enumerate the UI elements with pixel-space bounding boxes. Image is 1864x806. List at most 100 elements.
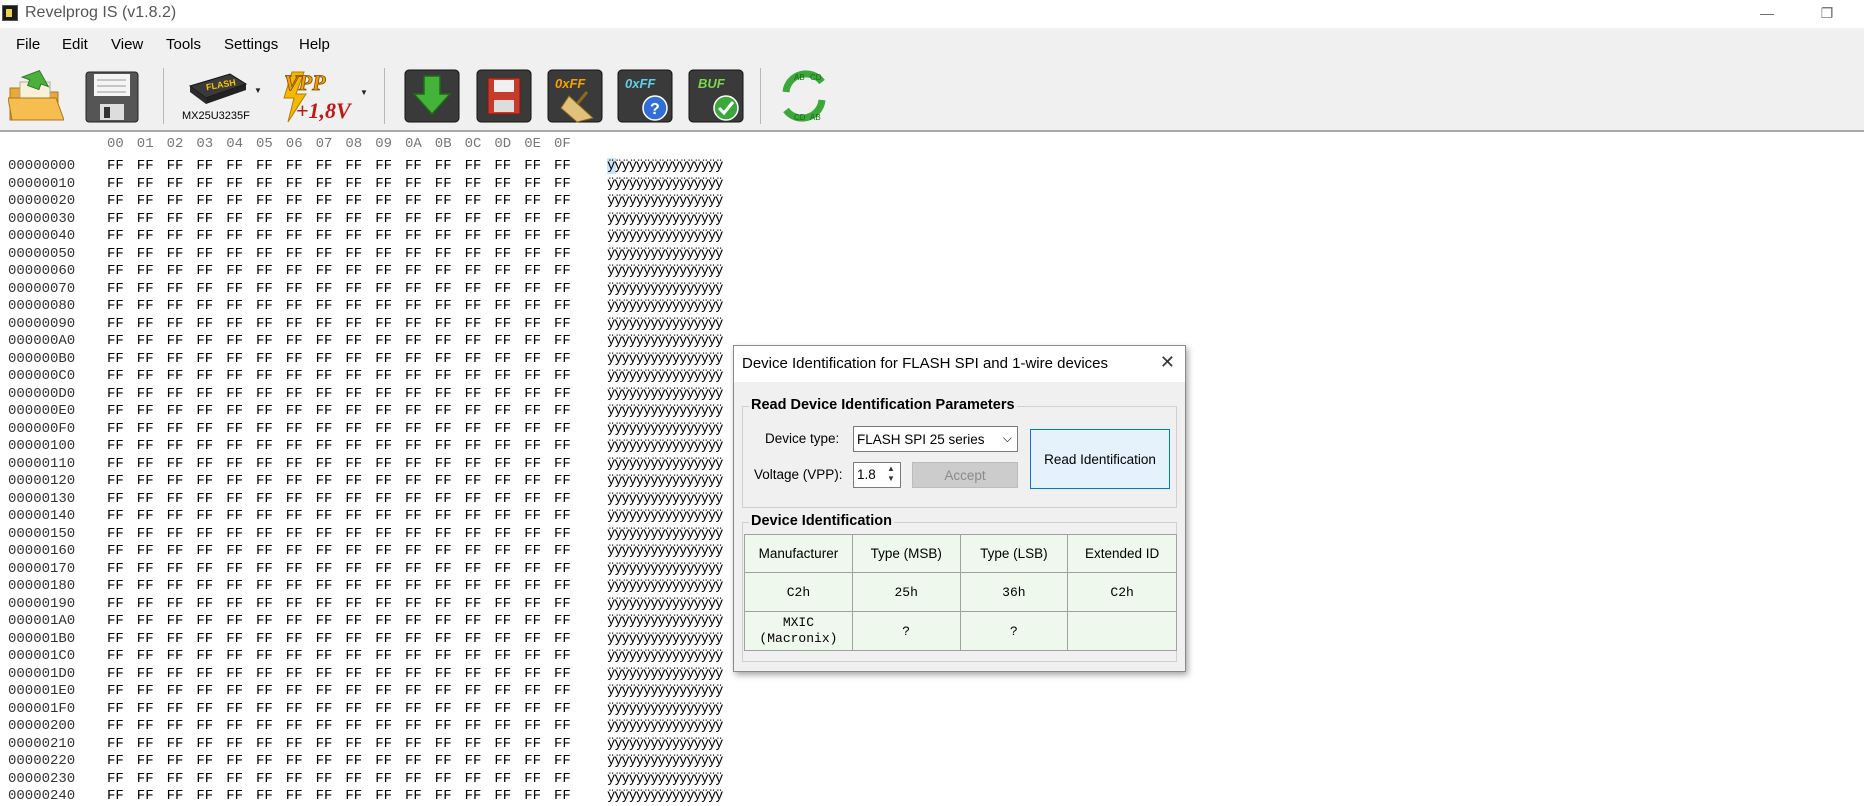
hex-byte-cell[interactable]: FF bbox=[137, 333, 154, 349]
hex-byte-cell[interactable]: FF bbox=[375, 491, 392, 507]
hex-byte-cell[interactable]: FF bbox=[524, 456, 541, 472]
hex-byte-cell[interactable]: FF bbox=[435, 648, 452, 664]
hex-byte-cell[interactable]: FF bbox=[226, 648, 243, 664]
hex-byte-cell[interactable]: FF bbox=[465, 771, 482, 787]
hex-byte-cell[interactable]: FF bbox=[435, 456, 452, 472]
hex-ascii-text[interactable]: ÿÿÿÿÿÿÿÿÿÿÿÿÿÿÿÿ bbox=[607, 263, 723, 279]
hex-byte-cell[interactable]: FF bbox=[494, 788, 511, 804]
hex-byte-cell[interactable]: FF bbox=[316, 666, 333, 682]
hex-byte-cell[interactable]: FF bbox=[167, 753, 184, 769]
hex-byte-cell[interactable]: FF bbox=[405, 718, 422, 734]
hex-byte-cell[interactable]: FF bbox=[137, 543, 154, 559]
hex-byte-cell[interactable]: FF bbox=[345, 771, 362, 787]
hex-byte-cell[interactable]: FF bbox=[554, 578, 571, 594]
hex-byte-cell[interactable]: FF bbox=[256, 631, 273, 647]
hex-byte-cell[interactable]: FF bbox=[167, 386, 184, 402]
hex-byte-cell[interactable]: FF bbox=[226, 508, 243, 524]
hex-byte-cell[interactable]: FF bbox=[524, 228, 541, 244]
hex-byte-cell[interactable]: FF bbox=[494, 771, 511, 787]
hex-byte-cell[interactable]: FF bbox=[137, 736, 154, 752]
hex-byte-cell[interactable]: FF bbox=[345, 648, 362, 664]
hex-byte-cell[interactable]: FF bbox=[435, 193, 452, 209]
hex-byte-cell[interactable]: FF bbox=[286, 158, 303, 174]
hex-byte-cell[interactable]: FF bbox=[494, 386, 511, 402]
hex-byte-cell[interactable]: FF bbox=[256, 788, 273, 804]
hex-ascii-text[interactable]: ÿÿÿÿÿÿÿÿÿÿÿÿÿÿÿÿ bbox=[607, 158, 723, 174]
hex-byte-cell[interactable]: FF bbox=[405, 648, 422, 664]
hex-byte-cell[interactable]: FF bbox=[167, 596, 184, 612]
hex-ascii-text[interactable]: ÿÿÿÿÿÿÿÿÿÿÿÿÿÿÿÿ bbox=[607, 771, 723, 787]
spinner-arrows-icon[interactable]: ▲ ▼ bbox=[883, 464, 899, 486]
hex-byte-cell[interactable]: FF bbox=[286, 771, 303, 787]
hex-byte-cell[interactable]: FF bbox=[524, 666, 541, 682]
hex-byte-cell[interactable]: FF bbox=[256, 246, 273, 262]
hex-byte-cell[interactable]: FF bbox=[316, 228, 333, 244]
hex-byte-cell[interactable]: FF bbox=[137, 718, 154, 734]
hex-byte-cell[interactable]: FF bbox=[226, 666, 243, 682]
hex-byte-cell[interactable]: FF bbox=[405, 456, 422, 472]
hex-byte-cell[interactable]: FF bbox=[256, 771, 273, 787]
hex-byte-cell[interactable]: FF bbox=[256, 298, 273, 314]
hex-byte-cell[interactable]: FF bbox=[226, 683, 243, 699]
hex-byte-cell[interactable]: FF bbox=[196, 333, 213, 349]
hex-byte-cell[interactable]: FF bbox=[405, 788, 422, 804]
hex-byte-cell[interactable]: FF bbox=[524, 753, 541, 769]
hex-byte-cell[interactable]: FF bbox=[316, 351, 333, 367]
hex-byte-cell[interactable]: FF bbox=[435, 613, 452, 629]
hex-byte-cell[interactable]: FF bbox=[375, 281, 392, 297]
hex-ascii-text[interactable]: ÿÿÿÿÿÿÿÿÿÿÿÿÿÿÿÿ bbox=[607, 526, 723, 542]
hex-ascii-text[interactable]: ÿÿÿÿÿÿÿÿÿÿÿÿÿÿÿÿ bbox=[607, 176, 723, 192]
hex-ascii-text[interactable]: ÿÿÿÿÿÿÿÿÿÿÿÿÿÿÿÿ bbox=[607, 578, 723, 594]
hex-byte-cell[interactable]: FF bbox=[196, 771, 213, 787]
hex-byte-cell[interactable]: FF bbox=[107, 228, 124, 244]
hex-byte-cell[interactable]: FF bbox=[554, 246, 571, 262]
hex-ascii-text[interactable]: ÿÿÿÿÿÿÿÿÿÿÿÿÿÿÿÿ bbox=[607, 788, 723, 804]
hex-byte-cell[interactable]: FF bbox=[226, 228, 243, 244]
hex-byte-cell[interactable]: FF bbox=[345, 666, 362, 682]
hex-byte-cell[interactable]: FF bbox=[107, 456, 124, 472]
hex-byte-cell[interactable]: FF bbox=[226, 753, 243, 769]
hex-byte-cell[interactable]: FF bbox=[107, 596, 124, 612]
hex-byte-cell[interactable]: FF bbox=[286, 508, 303, 524]
hex-byte-cell[interactable]: FF bbox=[256, 561, 273, 577]
hex-byte-cell[interactable]: FF bbox=[256, 683, 273, 699]
hex-byte-cell[interactable]: FF bbox=[256, 438, 273, 454]
hex-byte-cell[interactable]: FF bbox=[196, 263, 213, 279]
hex-byte-cell[interactable]: FF bbox=[435, 316, 452, 332]
hex-byte-cell[interactable]: FF bbox=[375, 228, 392, 244]
hex-byte-cell[interactable]: FF bbox=[316, 263, 333, 279]
hex-byte-cell[interactable]: FF bbox=[316, 211, 333, 227]
hex-byte-cell[interactable]: FF bbox=[167, 718, 184, 734]
hex-byte-cell[interactable]: FF bbox=[375, 736, 392, 752]
hex-byte-cell[interactable]: FF bbox=[405, 298, 422, 314]
hex-byte-cell[interactable]: FF bbox=[196, 211, 213, 227]
hex-byte-cell[interactable]: FF bbox=[226, 718, 243, 734]
hex-byte-cell[interactable]: FF bbox=[196, 421, 213, 437]
hex-byte-cell[interactable]: FF bbox=[226, 386, 243, 402]
hex-byte-cell[interactable]: FF bbox=[494, 736, 511, 752]
hex-byte-cell[interactable]: FF bbox=[375, 193, 392, 209]
hex-byte-cell[interactable]: FF bbox=[196, 736, 213, 752]
menu-tools[interactable]: Tools bbox=[166, 36, 201, 53]
hex-ascii-text[interactable]: ÿÿÿÿÿÿÿÿÿÿÿÿÿÿÿÿ bbox=[607, 456, 723, 472]
hex-byte-cell[interactable]: FF bbox=[524, 736, 541, 752]
hex-byte-cell[interactable]: FF bbox=[137, 386, 154, 402]
hex-byte-cell[interactable]: FF bbox=[167, 193, 184, 209]
hex-byte-cell[interactable]: FF bbox=[316, 403, 333, 419]
hex-byte-cell[interactable]: FF bbox=[137, 368, 154, 384]
hex-byte-cell[interactable]: FF bbox=[465, 263, 482, 279]
hex-byte-cell[interactable]: FF bbox=[107, 333, 124, 349]
hex-byte-cell[interactable]: FF bbox=[524, 316, 541, 332]
hex-byte-cell[interactable]: FF bbox=[196, 666, 213, 682]
hex-byte-cell[interactable]: FF bbox=[137, 438, 154, 454]
hex-byte-cell[interactable]: FF bbox=[107, 543, 124, 559]
hex-byte-cell[interactable]: FF bbox=[137, 771, 154, 787]
hex-byte-cell[interactable]: FF bbox=[554, 613, 571, 629]
hex-byte-cell[interactable]: FF bbox=[137, 613, 154, 629]
voltage-spinner[interactable]: 1.8 ▲ ▼ bbox=[853, 462, 901, 488]
hex-byte-cell[interactable]: FF bbox=[345, 753, 362, 769]
hex-byte-cell[interactable]: FF bbox=[405, 561, 422, 577]
hex-byte-cell[interactable]: FF bbox=[167, 631, 184, 647]
hex-byte-cell[interactable]: FF bbox=[226, 438, 243, 454]
hex-byte-cell[interactable]: FF bbox=[554, 281, 571, 297]
